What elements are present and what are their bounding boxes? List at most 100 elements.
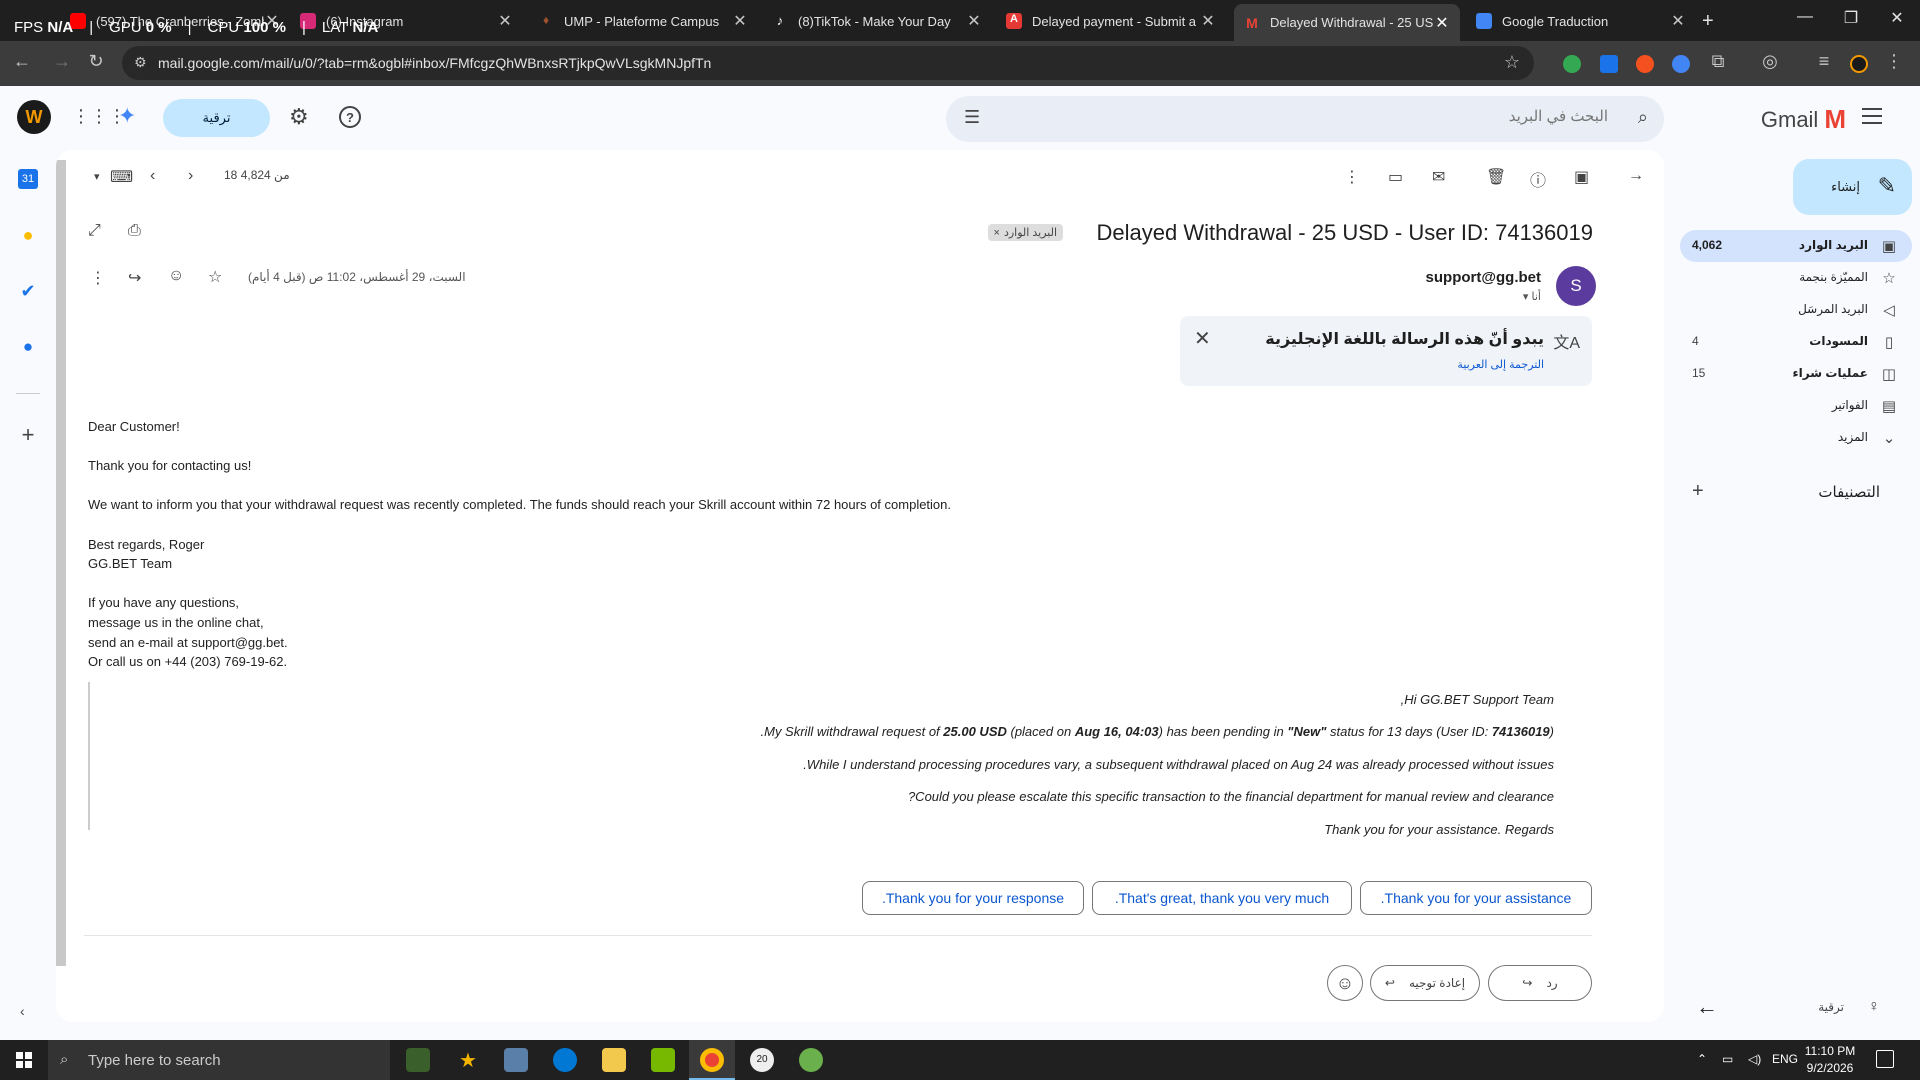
minimize-icon[interactable]: — — [1782, 8, 1828, 26]
utorrent-icon[interactable] — [799, 1048, 823, 1072]
settings-gear-icon[interactable]: ⚙ — [289, 104, 309, 130]
inbox-label-chip[interactable]: × البريد الوارد — [987, 224, 1063, 241]
close-tab-icon[interactable]: ✕ — [1434, 13, 1450, 33]
bookmark-star-icon[interactable]: ☆ — [1504, 52, 1520, 73]
search-input[interactable] — [1048, 108, 1608, 125]
site-info-icon[interactable]: ⚙ — [134, 54, 147, 71]
help-icon[interactable]: ? — [339, 106, 361, 128]
smart-reply-button[interactable]: .That's great, thank you very much — [1092, 881, 1352, 915]
edge-icon[interactable] — [553, 1048, 577, 1072]
newer-chevron-icon[interactable]: › — [188, 167, 193, 185]
taskbar-search[interactable]: ⌕ Type here to search — [48, 1040, 390, 1080]
account-avatar[interactable]: W — [17, 100, 51, 134]
move-to-icon[interactable]: ▭ — [1388, 167, 1403, 187]
tab-gmail-active[interactable]: M Delayed Withdrawal - 25 USD ✕ — [1234, 4, 1460, 41]
reload-icon[interactable]: ↻ — [84, 51, 108, 72]
url-text[interactable]: mail.google.com/mail/u/0/?tab=rm&ogbl#in… — [158, 55, 711, 71]
sender-email[interactable]: support@gg.bet — [1426, 269, 1541, 286]
arrow-left-icon[interactable]: ← — [1696, 994, 1718, 1020]
forward-icon[interactable]: → — [50, 51, 74, 72]
sidebar-item-inbox[interactable]: ▣ البريد الوارد 4,062 — [1680, 230, 1912, 262]
chevron-up-icon[interactable]: ⌃ — [1697, 1052, 1707, 1066]
gemini-icon[interactable]: ✦ — [118, 103, 136, 129]
reply-button[interactable]: ↪ رد — [1488, 965, 1592, 1001]
forward-button[interactable]: ↩ إعادة توجيه — [1370, 965, 1480, 1001]
smart-reply-button[interactable]: .Thank you for your response — [862, 881, 1084, 915]
keep-icon[interactable]: ● — [18, 225, 38, 245]
message-more-icon[interactable]: ⋮ — [90, 268, 106, 288]
extension-icon[interactable] — [1600, 55, 1618, 73]
nvidia-icon[interactable] — [651, 1048, 675, 1072]
main-menu-icon[interactable] — [1862, 108, 1882, 129]
omnibox[interactable]: ⚙ mail.google.com/mail/u/0/?tab=rm&ogbl#… — [122, 46, 1534, 80]
close-tab-icon[interactable]: ✕ — [966, 11, 982, 31]
add-label-icon[interactable]: + — [1692, 480, 1704, 503]
contacts-icon[interactable]: ● — [18, 337, 38, 357]
new-tab-icon[interactable]: + — [1702, 10, 1714, 33]
tab-google-translate[interactable]: Google Traduction ✕ — [1466, 6, 1696, 36]
gmail-logo[interactable]: Gmail M — [1761, 104, 1846, 135]
chrome-icon[interactable] — [700, 1048, 724, 1072]
app-icon[interactable] — [406, 1048, 430, 1072]
notification-icon[interactable] — [1876, 1050, 1894, 1068]
extensions-puzzle-icon[interactable]: ⧉ — [1706, 51, 1730, 72]
back-to-inbox-icon[interactable]: → — [1628, 167, 1644, 185]
emoji-react-icon[interactable]: ☺ — [168, 267, 184, 285]
close-tab-icon[interactable]: ✕ — [1670, 11, 1686, 31]
browser-menu-icon[interactable]: ⋮ — [1882, 51, 1906, 72]
print-icon[interactable]: ⎙ — [128, 222, 141, 240]
tasks-icon[interactable]: ✔ — [18, 281, 38, 301]
upgrade-button[interactable]: ترقية — [163, 99, 270, 137]
keyboard-icon[interactable]: ⌨ — [110, 167, 133, 187]
emoji-button[interactable]: ☺ — [1327, 965, 1363, 1001]
volume-icon[interactable]: ◁) — [1748, 1052, 1761, 1066]
search-filters-icon[interactable]: ☰ — [964, 107, 980, 128]
tab-tiktok[interactable]: ♪ (8)TikTok - Make Your Day ✕ — [762, 6, 992, 36]
open-new-window-icon[interactable]: ⤢ — [88, 222, 101, 240]
mark-unread-icon[interactable]: ✉ — [1432, 167, 1445, 187]
close-tab-icon[interactable]: ✕ — [1200, 11, 1216, 31]
recipient-dropdown[interactable]: ▾ أنا — [1523, 290, 1541, 303]
sidebar-item-more[interactable]: ⌄ المزيد — [1680, 422, 1912, 454]
delete-icon[interactable]: 🗑 — [1486, 167, 1506, 187]
tab-delayed-payment[interactable]: A Delayed payment - Submit a C ✕ — [996, 6, 1226, 36]
tab-ump[interactable]: ♦ UMP - Plateforme Campus ✕ — [528, 6, 758, 36]
star-app-icon[interactable]: ★ — [456, 1048, 480, 1072]
scrollbar[interactable] — [56, 160, 66, 966]
close-tab-icon[interactable]: ✕ — [732, 11, 748, 31]
app-icon[interactable] — [504, 1048, 528, 1072]
collapse-panel-icon[interactable]: ‹ — [20, 1003, 25, 1019]
report-spam-icon[interactable]: ⓘ — [1530, 167, 1546, 191]
calendar-icon[interactable]: 31 — [18, 169, 38, 189]
older-chevron-icon[interactable]: ‹ — [150, 167, 155, 185]
taskbar-clock[interactable]: 11:10 PM 9/2/2026 — [1800, 1043, 1860, 1077]
search-icon[interactable]: ⌕ — [1638, 107, 1648, 128]
profile-avatar-icon[interactable] — [1850, 55, 1868, 73]
sidebar-item-sent[interactable]: ◁ البريد المرسَل — [1680, 294, 1912, 326]
sidebar-item-bills[interactable]: ▤ الفواتير — [1680, 390, 1912, 422]
restore-icon[interactable]: ❐ — [1828, 8, 1874, 28]
star-icon[interactable]: ☆ — [208, 267, 222, 287]
extension-icon[interactable] — [1672, 55, 1690, 73]
close-tab-icon[interactable]: ✕ — [497, 11, 513, 31]
translate-link[interactable]: الترجمة إلى العربية — [1457, 358, 1544, 371]
compose-button[interactable]: ✎ إنشاء — [1793, 159, 1912, 215]
sidebar-item-drafts[interactable]: ▯ المسودات 4 — [1680, 326, 1912, 358]
language-indicator[interactable]: ENG — [1772, 1052, 1798, 1066]
close-banner-icon[interactable]: ✕ — [1194, 326, 1211, 351]
media-icon[interactable]: ≡ — [1812, 51, 1836, 72]
close-window-icon[interactable]: ✕ — [1874, 8, 1920, 28]
archive-icon[interactable]: ▣ — [1574, 167, 1589, 187]
sender-avatar[interactable]: S — [1556, 266, 1596, 306]
screenshot-icon[interactable]: ◎ — [1758, 51, 1782, 72]
keyboard-dropdown-icon[interactable]: ▾ — [94, 170, 100, 183]
windows-start-icon[interactable] — [16, 1052, 32, 1068]
extension-icon[interactable] — [1563, 55, 1581, 73]
more-options-icon[interactable]: ⋮ — [1344, 167, 1360, 187]
back-icon[interactable]: ← — [10, 51, 34, 72]
extension-icon[interactable] — [1636, 55, 1654, 73]
app-icon[interactable]: 20 — [750, 1048, 774, 1072]
upgrade-link[interactable]: ترقية — [1818, 1000, 1844, 1014]
sidebar-item-purchases[interactable]: ◫ عمليات شراء 15 — [1680, 358, 1912, 390]
add-addon-icon[interactable]: + — [18, 422, 38, 447]
